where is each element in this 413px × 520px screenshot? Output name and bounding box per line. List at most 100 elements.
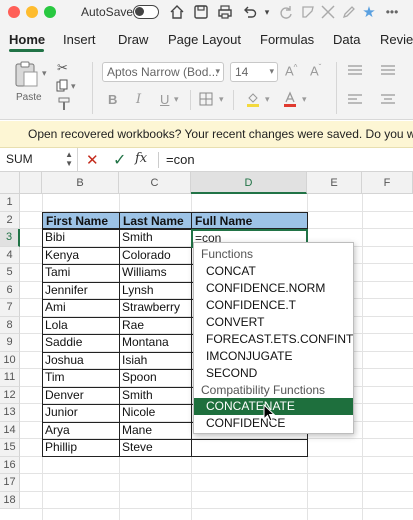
table-cell[interactable]: Bibi — [42, 229, 119, 247]
row-header[interactable]: 18 — [0, 491, 20, 509]
undo-dropdown-icon[interactable]: ▾ — [258, 3, 276, 21]
row-header[interactable]: 11 — [0, 369, 20, 387]
decrease-font-size-icon[interactable]: Aˇ — [310, 63, 321, 78]
font-color-icon[interactable] — [283, 91, 297, 108]
star-icon[interactable]: ★ — [360, 3, 378, 21]
name-box-stepper-icon[interactable]: ▲ ▼ — [65, 150, 73, 168]
row-header[interactable]: 15 — [0, 439, 20, 457]
align-left-icon[interactable] — [347, 93, 363, 105]
table-header-cell[interactable]: Full Name — [191, 211, 308, 229]
table-cell[interactable]: Isiah — [119, 352, 191, 370]
autocomplete-item[interactable]: IMCONJUGATE — [194, 348, 353, 365]
row-header[interactable]: 9 — [0, 334, 20, 352]
table-cell[interactable]: Joshua — [42, 352, 119, 370]
table-cell[interactable]: Ami — [42, 299, 119, 317]
home-icon[interactable] — [168, 3, 186, 21]
table-cell[interactable]: Arya — [42, 422, 119, 440]
paste-button-label[interactable]: Paste — [16, 92, 42, 103]
font-size-select[interactable]: 14 ▾ — [230, 62, 278, 82]
tab-draw[interactable]: Draw — [118, 32, 148, 47]
autocomplete-item[interactable]: FORECAST.ETS.CONFINT — [194, 331, 353, 348]
insert-function-button[interactable]: fx — [135, 151, 147, 166]
column-header-a[interactable] — [20, 172, 42, 194]
fill-color-icon[interactable] — [246, 91, 260, 108]
more-options-icon[interactable]: ••• — [383, 3, 401, 21]
table-cell[interactable]: Saddie — [42, 334, 119, 352]
confirm-entry-icon[interactable]: ✓ — [113, 150, 126, 170]
row-header[interactable]: 2 — [0, 211, 20, 229]
minimize-window-button[interactable] — [26, 6, 38, 18]
font-name-select[interactable]: Aptos Narrow (Bod... ▾ — [102, 62, 224, 82]
table-cell[interactable]: Smith — [119, 229, 191, 247]
row-header[interactable]: 5 — [0, 264, 20, 282]
column-header-d[interactable]: D — [191, 172, 307, 194]
column-header-b[interactable]: B — [42, 172, 119, 194]
underline-dropdown-icon[interactable]: ▾ — [174, 94, 179, 105]
tab-formulas[interactable]: Formulas — [260, 32, 314, 47]
table-cell[interactable]: Junior — [42, 404, 119, 422]
row-header[interactable]: 14 — [0, 421, 20, 439]
undo-icon[interactable] — [241, 3, 259, 21]
table-cell[interactable]: Phillip — [42, 439, 119, 457]
zoom-window-button[interactable] — [44, 6, 56, 18]
table-cell[interactable]: Lynsh — [119, 282, 191, 300]
column-header-e[interactable]: E — [307, 172, 362, 194]
row-header[interactable]: 1 — [0, 194, 20, 212]
copy-icon[interactable] — [56, 79, 68, 92]
table-cell[interactable]: Lola — [42, 317, 119, 335]
table-cell[interactable]: Kenya — [42, 247, 119, 265]
tab-home[interactable]: Home — [9, 32, 45, 47]
formula-input[interactable]: =con — [166, 152, 195, 167]
format-painter-icon[interactable] — [299, 3, 317, 21]
column-header-f[interactable]: F — [362, 172, 413, 194]
table-cell[interactable]: Jennifer — [42, 282, 119, 300]
row-header[interactable]: 10 — [0, 351, 20, 369]
underline-button[interactable]: U — [160, 92, 169, 107]
save-icon[interactable] — [192, 3, 210, 21]
borders-icon[interactable] — [199, 92, 213, 106]
table-cell[interactable]: Williams — [119, 264, 191, 282]
italic-button[interactable]: I — [136, 92, 141, 107]
table-cell[interactable]: Steve — [119, 439, 191, 457]
table-cell[interactable]: Colorado — [119, 247, 191, 265]
fill-color-dropdown-icon[interactable]: ▾ — [265, 94, 270, 105]
autocomplete-item[interactable]: CONVERT — [194, 314, 353, 331]
table-cell[interactable]: Montana — [119, 334, 191, 352]
scissors-icon[interactable]: ✂ — [57, 60, 68, 76]
table-cell[interactable]: Tim — [42, 369, 119, 387]
row-header[interactable]: 17 — [0, 474, 20, 492]
paste-dropdown-icon[interactable]: ▾ — [42, 68, 47, 79]
align-center-icon[interactable] — [380, 93, 396, 105]
table-cell[interactable]: Rae — [119, 317, 191, 335]
select-all-corner[interactable] — [0, 172, 20, 194]
format-painter-brush-icon[interactable] — [57, 97, 71, 111]
bold-button[interactable]: B — [108, 92, 117, 107]
column-header-c[interactable]: C — [119, 172, 191, 194]
table-header-cell[interactable]: First Name — [42, 211, 120, 229]
row-header[interactable]: 12 — [0, 386, 20, 404]
row-header[interactable]: 13 — [0, 404, 20, 422]
copy-dropdown-icon[interactable]: ▾ — [71, 81, 76, 92]
table-cell[interactable]: Denver — [42, 387, 119, 405]
tab-page-layout[interactable]: Page Layout — [168, 32, 241, 47]
align-middle-icon[interactable] — [380, 64, 396, 76]
font-color-dropdown-icon[interactable]: ▾ — [302, 94, 307, 105]
increase-font-size-icon[interactable]: A^ — [285, 63, 297, 78]
tab-insert[interactable]: Insert — [63, 32, 96, 47]
row-header[interactable]: 6 — [0, 281, 20, 299]
eraser-icon[interactable] — [319, 3, 337, 21]
name-box[interactable]: SUM ▲ ▼ — [0, 148, 78, 171]
autosave-toggle[interactable] — [133, 5, 159, 19]
autocomplete-item[interactable]: SECOND — [194, 365, 353, 382]
borders-dropdown-icon[interactable]: ▾ — [219, 94, 224, 105]
cancel-entry-icon[interactable]: ✕ — [86, 151, 99, 169]
table-cell[interactable]: Tami — [42, 264, 119, 282]
row-header[interactable]: 8 — [0, 316, 20, 334]
clipboard-icon[interactable] — [12, 60, 40, 88]
align-top-icon[interactable] — [347, 64, 363, 76]
tab-data[interactable]: Data — [333, 32, 360, 47]
table-cell[interactable]: Smith — [119, 387, 191, 405]
row-header[interactable]: 4 — [0, 246, 20, 264]
autocomplete-item[interactable]: CONFIDENCE.T — [194, 297, 353, 314]
redo-icon[interactable] — [277, 3, 295, 21]
